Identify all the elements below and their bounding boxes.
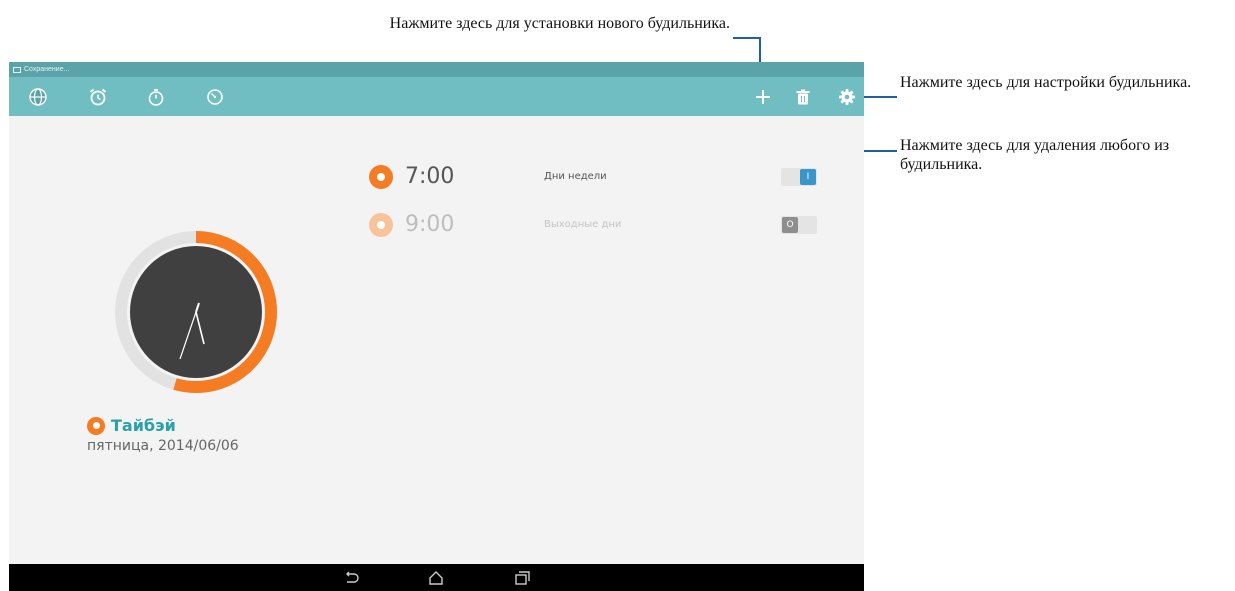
home-button[interactable]: [425, 568, 447, 588]
clock-app-screen: Сохранение... 7:00 Дни недели I 9:00 Вых…: [9, 62, 864, 591]
status-text: Сохранение...: [24, 66, 70, 73]
alarm-time: 7:00: [405, 164, 455, 189]
home-icon: [429, 571, 443, 585]
add-alarm-callout: Нажмите здесь для установки нового будил…: [389, 15, 730, 32]
recent-apps-icon: [515, 571, 530, 585]
alarm-item[interactable]: 7:00 Дни недели I: [369, 162, 819, 192]
tab-stopwatch[interactable]: [143, 84, 169, 110]
app-bar: [9, 77, 864, 116]
navigation-bar: [9, 564, 864, 591]
stopwatch-icon: [148, 89, 164, 106]
settings-button[interactable]: [834, 84, 860, 110]
city-name: Тайбэй: [111, 416, 176, 435]
sun-icon: [369, 165, 393, 189]
status-bar: Сохранение...: [9, 62, 864, 77]
recent-apps-button[interactable]: [511, 568, 533, 588]
sun-icon: [87, 416, 105, 435]
sun-icon: [369, 213, 393, 237]
toggle-knob: O: [782, 217, 798, 233]
world-clock-city: Тайбэй: [87, 416, 176, 435]
alarm-toggle[interactable]: O: [781, 216, 817, 234]
alarm-item[interactable]: 9:00 Выходные дни O: [369, 210, 819, 240]
analog-clock: [115, 231, 277, 393]
alarm-repeat: Выходные дни: [544, 219, 622, 230]
tab-alarm[interactable]: [85, 84, 111, 110]
city-date: пятница, 2014/06/06: [87, 438, 239, 454]
alarm-time: 9:00: [405, 212, 455, 237]
settings-callout: Нажмите здесь для настройки будильника.: [900, 74, 1192, 91]
timer-icon: [207, 89, 223, 105]
add-alarm-button[interactable]: [750, 84, 776, 110]
toggle-knob: I: [800, 169, 816, 185]
delete-alarm-button[interactable]: [790, 84, 816, 110]
globe-icon: [29, 88, 47, 106]
alarm-repeat: Дни недели: [544, 171, 607, 182]
back-icon: [346, 571, 359, 583]
alarm-toggle[interactable]: I: [781, 168, 817, 186]
picture-icon: [13, 66, 21, 73]
alarm-clock-icon: [89, 88, 107, 106]
trash-icon: [796, 89, 810, 105]
gear-icon: [839, 89, 855, 105]
back-button[interactable]: [340, 568, 362, 588]
add-callout-leader: [733, 37, 761, 39]
delete-callout: Нажмите здесь для удаления любого из буд…: [900, 137, 1170, 173]
tab-timer[interactable]: [202, 84, 228, 110]
plus-icon: [756, 90, 770, 104]
tab-world-clock[interactable]: [25, 84, 51, 110]
